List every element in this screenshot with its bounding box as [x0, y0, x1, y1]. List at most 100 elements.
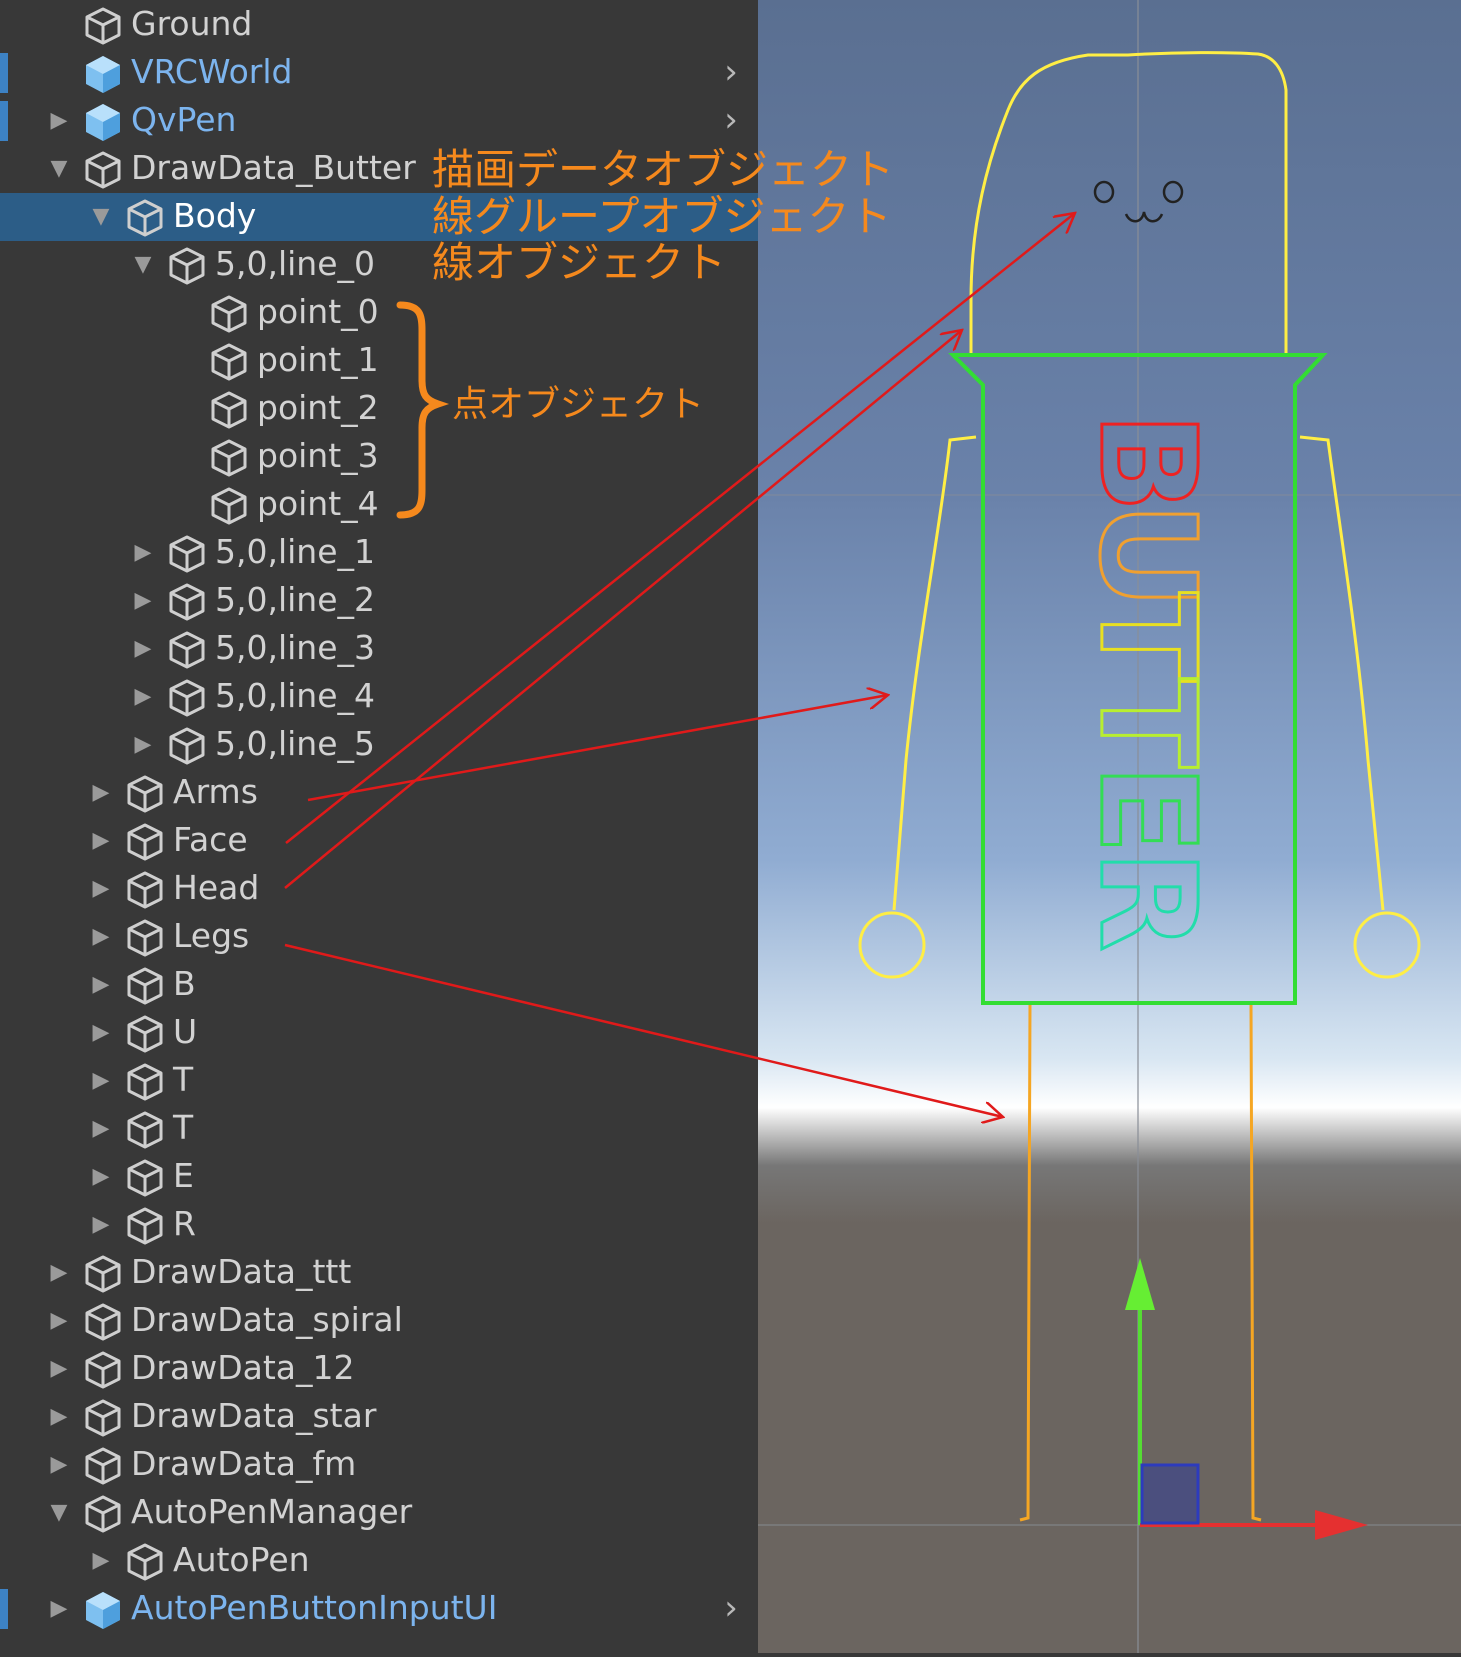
line-group-object-annotation: 線グループオブジェクト [432, 192, 892, 241]
collapse-arrow-icon[interactable]: ▶ [89, 781, 113, 805]
hierarchy-row[interactable]: ▶ E [0, 1153, 758, 1201]
gameobject-cube-icon [209, 342, 249, 382]
collapse-arrow-icon[interactable]: ▶ [131, 685, 155, 709]
collapse-arrow-icon[interactable]: ▶ [131, 541, 155, 565]
expand-arrow-icon[interactable]: ▼ [89, 205, 113, 229]
gameobject-cube-icon [83, 6, 123, 46]
gameobject-cube-icon [209, 486, 249, 526]
gameobject-cube-icon [209, 390, 249, 430]
transform-gizmo[interactable] [1125, 1258, 1368, 1540]
hierarchy-row[interactable]: point_4 [0, 481, 758, 529]
collapse-arrow-icon[interactable]: ▶ [89, 877, 113, 901]
expand-arrow-icon[interactable]: ▼ [47, 1501, 71, 1525]
hierarchy-row[interactable]: ▶ AutoPenButtonInputUI › [0, 1585, 758, 1633]
collapse-arrow-icon[interactable]: ▶ [47, 1453, 71, 1477]
hierarchy-row[interactable]: ▶ T [0, 1105, 758, 1153]
gameobject-cube-icon [125, 1110, 165, 1150]
hierarchy-row[interactable]: ▶ U [0, 1009, 758, 1057]
hierarchy-item-label: 5,0,line_3 [215, 628, 376, 667]
scene-view[interactable]: B U T T E R [758, 0, 1461, 1653]
collapse-arrow-icon[interactable]: ▶ [89, 973, 113, 997]
hierarchy-row[interactable]: ▶ B [0, 961, 758, 1009]
gameobject-cube-icon [83, 1302, 123, 1342]
hierarchy-row[interactable]: ▶ QvPen › [0, 97, 758, 145]
hierarchy-item-label: 5,0,line_5 [215, 724, 376, 763]
hierarchy-item-label: point_0 [257, 292, 379, 331]
collapse-arrow-icon[interactable]: ▶ [131, 589, 155, 613]
hierarchy-item-label: point_4 [257, 484, 379, 523]
collapse-arrow-icon[interactable]: ▶ [131, 733, 155, 757]
hierarchy-item-label: U [173, 1012, 198, 1051]
expand-arrow-icon[interactable]: ▼ [47, 157, 71, 181]
hierarchy-row[interactable]: ▶ Arms [0, 769, 758, 817]
collapse-arrow-icon[interactable]: ▶ [89, 1021, 113, 1045]
collapse-arrow-icon[interactable]: ▶ [89, 1213, 113, 1237]
prefab-cube-icon [83, 102, 123, 142]
collapse-arrow-icon[interactable]: ▶ [47, 1357, 71, 1381]
hierarchy-item-label: DrawData_Butter [131, 148, 416, 187]
collapse-arrow-icon[interactable]: ▶ [47, 1261, 71, 1285]
gizmo-plane-handle [1140, 1463, 1200, 1525]
hierarchy-item-label: T [173, 1060, 194, 1099]
chevron-right-icon[interactable]: › [716, 103, 746, 137]
line-object-annotation: 線オブジェクト [432, 238, 727, 287]
draw-data-object-annotation: 描画データオブジェクト [432, 145, 895, 194]
hierarchy-row[interactable]: ▶ DrawData_ttt [0, 1249, 758, 1297]
collapse-arrow-icon[interactable]: ▶ [89, 829, 113, 853]
hierarchy-row[interactable]: ▶ 5,0,line_1 [0, 529, 758, 577]
collapse-arrow-icon[interactable]: ▶ [47, 1309, 71, 1333]
hierarchy-row[interactable]: ▶ DrawData_star [0, 1393, 758, 1441]
hierarchy-row[interactable]: ▶ Face [0, 817, 758, 865]
chevron-right-icon[interactable]: › [716, 1591, 746, 1625]
prefab-marker [0, 101, 8, 141]
hierarchy-row[interactable]: ▶ Legs [0, 913, 758, 961]
letter-t-second: T [1070, 678, 1224, 768]
hierarchy-item-label: DrawData_spiral [131, 1300, 403, 1339]
hierarchy-item-label: E [173, 1156, 194, 1195]
hierarchy-item-label: DrawData_12 [131, 1348, 355, 1387]
point-object-annotation: 点オブジェクト [452, 384, 705, 425]
head-outline [969, 51, 1288, 355]
hierarchy-row[interactable]: ▶ AutoPen [0, 1537, 758, 1585]
hierarchy-item-label: AutoPenManager [131, 1492, 413, 1531]
collapse-arrow-icon[interactable]: ▶ [89, 1117, 113, 1141]
hierarchy-row[interactable]: ▶ R [0, 1201, 758, 1249]
hierarchy-row[interactable]: ▼ AutoPenManager [0, 1489, 758, 1537]
hierarchy-row[interactable]: ▶ 5,0,line_3 [0, 625, 758, 673]
hierarchy-item-label: 5,0,line_4 [215, 676, 376, 715]
hierarchy-row[interactable]: ▶ T [0, 1057, 758, 1105]
hierarchy-row[interactable]: ▶ 5,0,line_2 [0, 577, 758, 625]
hierarchy-row[interactable]: ▶ 5,0,line_5 [0, 721, 758, 769]
gameobject-cube-icon [167, 630, 207, 670]
gameobject-cube-icon [125, 1062, 165, 1102]
gameobject-cube-icon [167, 534, 207, 574]
gizmo-y-arrow-head [1125, 1258, 1155, 1310]
chevron-right-icon[interactable]: › [716, 55, 746, 89]
collapse-arrow-icon[interactable]: ▶ [47, 1405, 71, 1429]
hierarchy-row[interactable]: ▶ DrawData_fm [0, 1441, 758, 1489]
expand-arrow-icon[interactable]: ▼ [131, 253, 155, 277]
gameobject-cube-icon [125, 1542, 165, 1582]
collapse-arrow-icon[interactable]: ▶ [131, 637, 155, 661]
letter-e: E [1070, 764, 1224, 854]
hierarchy-item-label: T [173, 1108, 194, 1147]
prefab-cube-icon [83, 54, 123, 94]
hierarchy-row[interactable]: ▶ 5,0,line_4 [0, 673, 758, 721]
collapse-arrow-icon[interactable]: ▶ [47, 1597, 71, 1621]
gameobject-cube-icon [125, 1014, 165, 1054]
hierarchy-row[interactable]: point_1 [0, 337, 758, 385]
hierarchy-row[interactable]: ▶ DrawData_spiral [0, 1297, 758, 1345]
hierarchy-row[interactable]: point_3 [0, 433, 758, 481]
hierarchy-row[interactable]: Ground [0, 1, 758, 49]
collapse-arrow-icon[interactable]: ▶ [47, 109, 71, 133]
hierarchy-row[interactable]: point_0 [0, 289, 758, 337]
gameobject-cube-icon [125, 918, 165, 958]
hierarchy-row[interactable]: VRCWorld › [0, 49, 758, 97]
hierarchy-row[interactable]: ▶ DrawData_12 [0, 1345, 758, 1393]
collapse-arrow-icon[interactable]: ▶ [89, 1165, 113, 1189]
collapse-arrow-icon[interactable]: ▶ [89, 925, 113, 949]
collapse-arrow-icon[interactable]: ▶ [89, 1069, 113, 1093]
hierarchy-row[interactable]: ▶ Head [0, 865, 758, 913]
collapse-arrow-icon[interactable]: ▶ [89, 1549, 113, 1573]
gameobject-cube-icon [125, 774, 165, 814]
